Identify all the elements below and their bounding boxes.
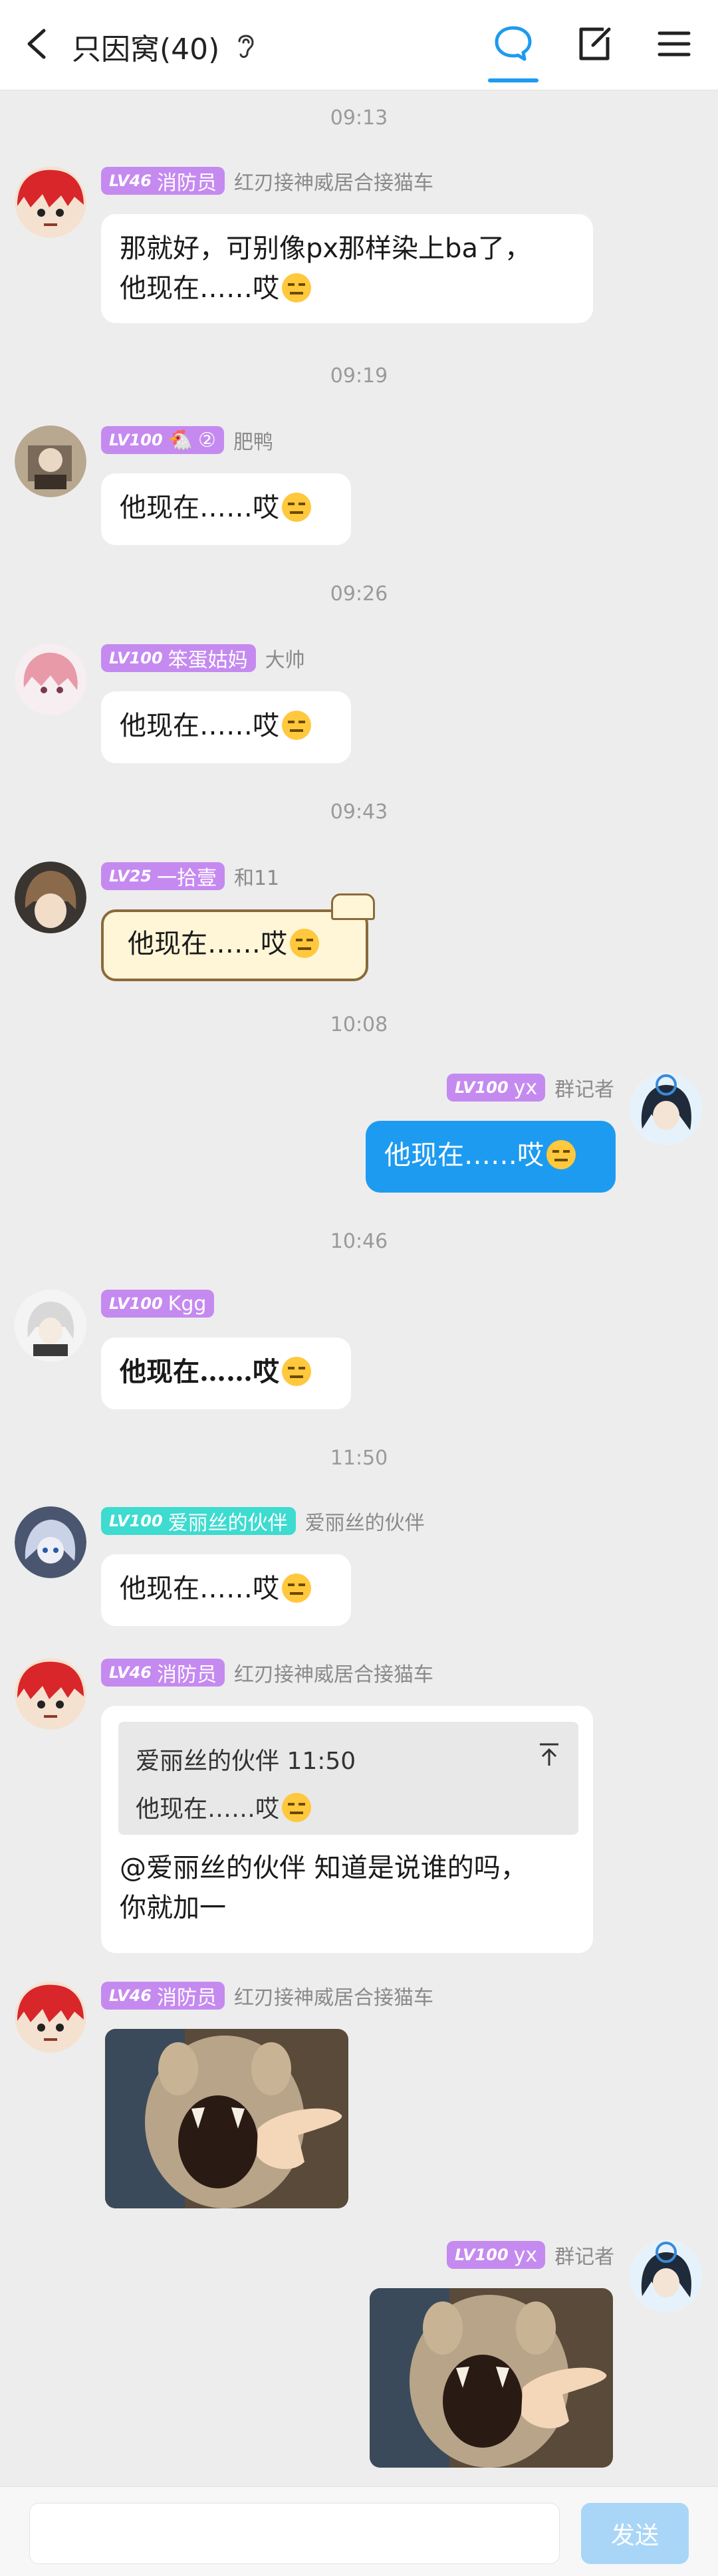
expressionless-emoji-icon xyxy=(282,493,311,522)
sender-meta: LV100 笨蛋姑妈 大帅 xyxy=(101,644,305,673)
menu-icon[interactable] xyxy=(653,23,695,65)
sender-name[interactable]: 红刃接神威居合接猫车 xyxy=(234,166,433,195)
avatar[interactable] xyxy=(15,644,86,715)
chat-title[interactable]: 只因窝(40) xyxy=(72,25,219,68)
sender-meta: LV100 🐔 ② 肥鸭 xyxy=(101,425,273,455)
sender-meta: LV46 消防员 红刃接神威居合接猫车 xyxy=(101,1658,433,1687)
sender-name[interactable]: 群记者 xyxy=(554,2240,614,2270)
avatar[interactable] xyxy=(15,1290,86,1361)
expressionless-emoji-icon xyxy=(282,711,311,740)
quoted-message[interactable]: 爱丽丝的伙伴 11:50 他现在……哎 xyxy=(118,1722,578,1835)
input-bar: 发送 xyxy=(0,2486,718,2576)
avatar[interactable] xyxy=(15,425,86,497)
avatar[interactable] xyxy=(15,1506,86,1578)
sender-name[interactable]: 红刃接神威居合接猫车 xyxy=(234,1658,433,1687)
avatar[interactable] xyxy=(15,1658,86,1730)
sender-meta: LV100 爱丽丝的伙伴 爱丽丝的伙伴 xyxy=(101,1506,425,1536)
level-badge: LV100 🐔 ② xyxy=(101,426,224,454)
message-input[interactable] xyxy=(29,2503,560,2564)
message-bubble[interactable]: 他现在……哎 xyxy=(101,473,351,545)
level-badge: LV46 消防员 xyxy=(101,1659,225,1687)
ear-icon[interactable] xyxy=(234,31,258,60)
avatar[interactable] xyxy=(15,166,86,238)
sender-name[interactable]: 大帅 xyxy=(265,644,305,673)
level-badge: LV100 笨蛋姑妈 xyxy=(101,644,256,672)
level-badge: LV100 爱丽丝的伙伴 xyxy=(101,1507,296,1535)
avatar[interactable] xyxy=(630,2240,702,2312)
chicken-icon: 🐔 xyxy=(168,428,193,452)
back-arrow-icon[interactable] xyxy=(19,24,56,64)
jump-to-top-icon[interactable] xyxy=(537,1742,561,1768)
expressionless-emoji-icon xyxy=(282,1574,311,1603)
message-bubble[interactable]: 他现在……哎 xyxy=(101,1338,351,1409)
sender-name[interactable]: 和11 xyxy=(234,862,279,891)
timestamp: 10:08 xyxy=(330,1013,388,1036)
timestamp: 09:19 xyxy=(330,364,388,388)
avatar[interactable] xyxy=(630,1073,702,1145)
timestamp: 09:26 xyxy=(330,582,388,606)
chat-header: 只因窝(40) xyxy=(0,0,718,90)
level-badge: LV100 yx xyxy=(447,2241,546,2269)
expressionless-emoji-icon xyxy=(546,1140,576,1169)
sender-name[interactable]: 群记者 xyxy=(554,1073,614,1102)
meme-image[interactable] xyxy=(370,2288,613,2468)
timestamp: 09:43 xyxy=(330,800,388,824)
level-badge: LV46 消防员 xyxy=(101,1982,225,2010)
reply-text: @爱丽丝的伙伴 知道是说谁的吗， 你就加一 xyxy=(120,1853,527,1923)
sender-name[interactable]: 肥鸭 xyxy=(233,425,273,455)
send-button[interactable]: 发送 xyxy=(581,2503,689,2564)
message-bubble[interactable]: 他现在……哎 xyxy=(101,909,368,981)
message-bubble[interactable]: 那就好，可别像px那样染上ba了， 他现在……哎 xyxy=(101,214,593,323)
chat-bubble-icon[interactable] xyxy=(492,23,535,65)
sender-meta: LV100 yx 群记者 xyxy=(447,2240,614,2270)
sender-meta: LV100 yx 群记者 xyxy=(447,1073,614,1102)
edit-icon[interactable] xyxy=(573,23,616,65)
level-badge: LV100 Kgg xyxy=(101,1290,215,1318)
expressionless-emoji-icon xyxy=(282,1793,312,1822)
active-tab-indicator xyxy=(488,78,538,82)
timestamp: 11:50 xyxy=(330,1447,388,1470)
meme-image[interactable] xyxy=(105,2029,348,2208)
level-badge: LV46 消防员 xyxy=(101,167,225,195)
expressionless-emoji-icon xyxy=(290,929,319,958)
sender-meta: LV46 消防员 红刃接神威居合接猫车 xyxy=(101,1981,433,2010)
message-bubble[interactable]: 他现在……哎 xyxy=(101,691,351,763)
level-badge: LV100 yx xyxy=(447,1074,546,1102)
quote-header: 爱丽丝的伙伴 11:50 xyxy=(136,1748,356,1775)
sender-name[interactable]: 红刃接神威居合接猫车 xyxy=(234,1981,433,2010)
message-bubble[interactable]: 他现在……哎 xyxy=(101,1554,351,1626)
timestamp: 10:46 xyxy=(330,1230,388,1253)
level-badge: LV25 一拾壹 xyxy=(101,862,225,890)
expressionless-emoji-icon xyxy=(282,273,311,302)
cat-ears-decoration-icon xyxy=(331,893,375,920)
timestamp: 09:13 xyxy=(330,106,388,130)
avatar[interactable] xyxy=(15,1981,86,2053)
my-message-bubble[interactable]: 他现在……哎 xyxy=(366,1121,616,1193)
sender-meta: LV100 Kgg xyxy=(101,1290,215,1318)
expressionless-emoji-icon xyxy=(282,1357,311,1386)
quote-text: 他现在……哎 xyxy=(136,1796,280,1823)
sender-name[interactable]: 爱丽丝的伙伴 xyxy=(305,1506,425,1536)
sender-meta: LV46 消防员 红刃接神威居合接猫车 xyxy=(101,166,433,195)
avatar[interactable] xyxy=(15,862,86,933)
sender-meta: LV25 一拾壹 和11 xyxy=(101,862,279,891)
message-list[interactable]: 09:13 LV46 消防员 红刃接神威居合接猫车 那就好，可别像px那样染上ba… xyxy=(0,90,718,2486)
